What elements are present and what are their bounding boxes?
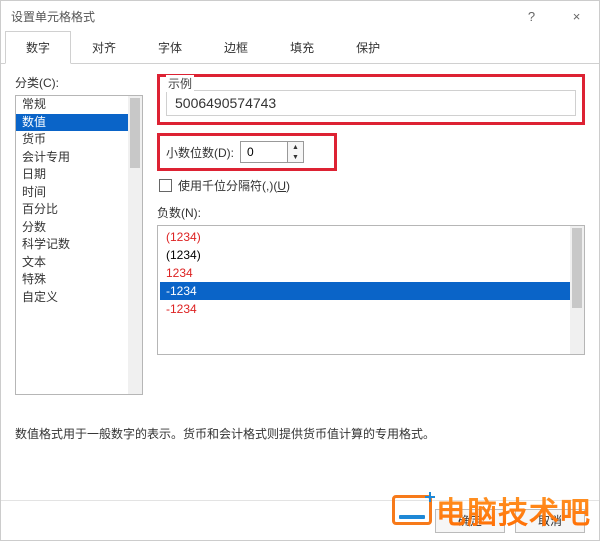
category-item[interactable]: 百分比 <box>16 201 142 219</box>
category-item[interactable]: 日期 <box>16 166 142 184</box>
spinner-down-icon[interactable]: ▼ <box>288 152 303 162</box>
tab-protect[interactable]: 保护 <box>335 31 401 64</box>
titlebar: 设置单元格格式 ? × <box>1 1 599 31</box>
tab-font[interactable]: 字体 <box>137 31 203 64</box>
decimal-spinner[interactable]: ▲ ▼ <box>240 141 304 163</box>
negative-item[interactable]: -1234 <box>160 282 582 300</box>
category-item[interactable]: 文本 <box>16 254 142 272</box>
ok-button[interactable]: 确定 <box>435 509 505 533</box>
close-button[interactable]: × <box>554 1 599 31</box>
negative-label: 负数(N): <box>157 204 585 221</box>
cancel-button[interactable]: 取消 <box>515 509 585 533</box>
negative-item[interactable]: (1234) <box>160 228 582 246</box>
tab-fill[interactable]: 填充 <box>269 31 335 64</box>
negative-scrollbar[interactable] <box>570 226 584 354</box>
category-item[interactable]: 分数 <box>16 219 142 237</box>
dialog-format-cells: 设置单元格格式 ? × 数字 对齐 字体 边框 填充 保护 分类(C): 常规数… <box>0 0 600 541</box>
category-label: 分类(C): <box>15 74 143 91</box>
negative-item[interactable]: 1234 <box>160 264 582 282</box>
tab-alignment[interactable]: 对齐 <box>71 31 137 64</box>
sample-value: 5006490574743 <box>166 90 576 116</box>
tab-strip: 数字 对齐 字体 边框 填充 保护 <box>1 31 599 64</box>
category-item[interactable]: 特殊 <box>16 271 142 289</box>
tab-body: 分类(C): 常规数值货币会计专用日期时间百分比分数科学记数文本特殊自定义 示例… <box>1 64 599 500</box>
category-listbox[interactable]: 常规数值货币会计专用日期时间百分比分数科学记数文本特殊自定义 <box>15 95 143 395</box>
negative-scroll-thumb[interactable] <box>572 228 582 308</box>
format-description: 数值格式用于一般数字的表示。货币和会计格式则提供货币值计算的专用格式。 <box>15 425 585 442</box>
dialog-footer: 确定 取消 <box>1 500 599 540</box>
options-column: 示例 5006490574743 小数位数(D): ▲ ▼ <box>157 74 585 395</box>
category-item[interactable]: 时间 <box>16 184 142 202</box>
category-item[interactable]: 常规 <box>16 96 142 114</box>
thousand-sep-checkbox[interactable] <box>159 179 172 192</box>
spinner-up-icon[interactable]: ▲ <box>288 142 303 152</box>
negative-listbox[interactable]: (1234)(1234)1234-1234-1234 <box>157 225 585 355</box>
category-column: 分类(C): 常规数值货币会计专用日期时间百分比分数科学记数文本特殊自定义 <box>15 74 143 395</box>
negative-item[interactable]: -1234 <box>160 300 582 318</box>
tab-number[interactable]: 数字 <box>5 31 71 64</box>
category-item[interactable]: 科学记数 <box>16 236 142 254</box>
sample-label: 示例 <box>166 75 194 92</box>
decimal-label: 小数位数(D): <box>166 144 234 161</box>
decimal-group: 小数位数(D): ▲ ▼ <box>157 133 337 171</box>
decimal-input[interactable] <box>241 142 287 162</box>
category-scroll-thumb[interactable] <box>130 98 140 168</box>
category-item[interactable]: 会计专用 <box>16 149 142 167</box>
category-item[interactable]: 自定义 <box>16 289 142 307</box>
negative-item[interactable]: (1234) <box>160 246 582 264</box>
sample-group: 示例 5006490574743 <box>157 74 585 125</box>
window-title: 设置单元格格式 <box>11 8 95 25</box>
tab-border[interactable]: 边框 <box>203 31 269 64</box>
category-item[interactable]: 货币 <box>16 131 142 149</box>
category-scrollbar[interactable] <box>128 96 142 394</box>
help-button[interactable]: ? <box>509 1 554 31</box>
thousand-sep-row: 使用千位分隔符(,)(U) <box>157 177 585 194</box>
category-item[interactable]: 数值 <box>16 114 142 132</box>
thousand-sep-label: 使用千位分隔符(,)(U) <box>178 177 290 194</box>
